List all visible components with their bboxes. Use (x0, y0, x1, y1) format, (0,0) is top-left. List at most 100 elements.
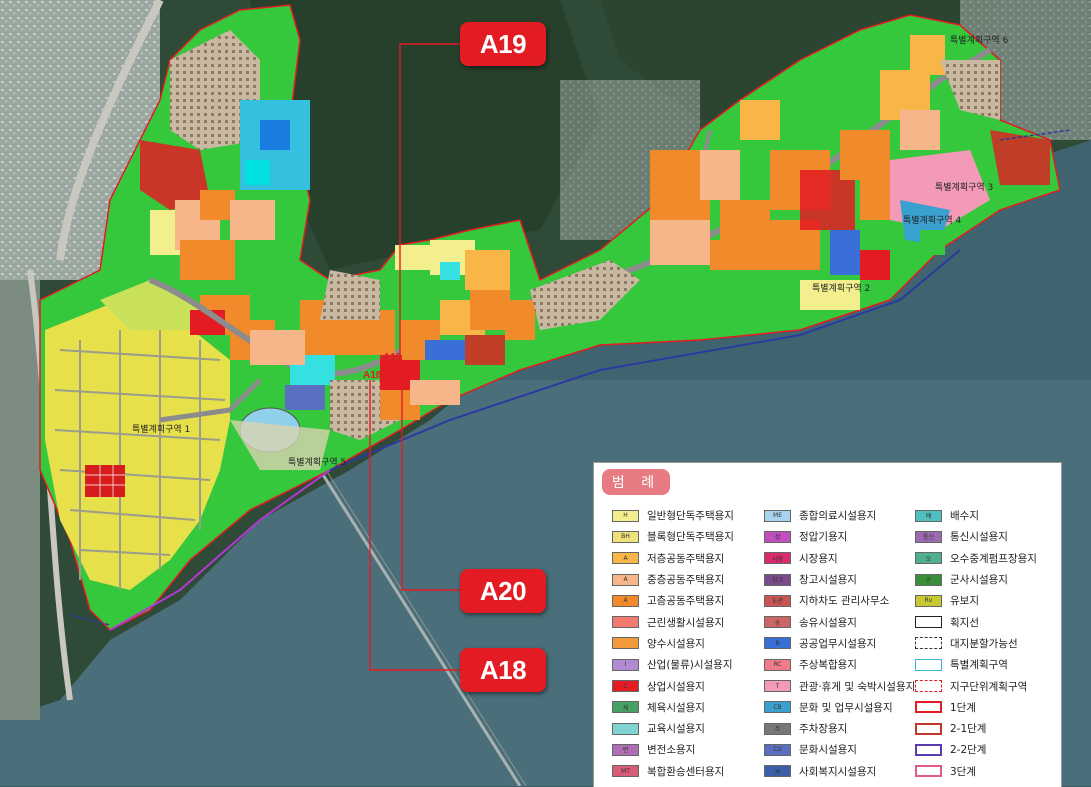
legend-item: 대지분할가능선 (915, 633, 1037, 654)
legend-label: 공공업무시설용지 (799, 637, 877, 650)
legend-swatch: A (612, 552, 639, 565)
legend-label: 체육시설용지 (647, 701, 705, 714)
legend-label: 일반형단독주택용지 (647, 510, 734, 523)
legend-swatch (915, 680, 942, 693)
callout-a18: A18 (460, 648, 546, 692)
legend-swatch (612, 616, 639, 629)
legend-label: 변전소용지 (647, 744, 696, 757)
legend-swatch (915, 616, 942, 629)
legend-item: C 상업시설용지 (612, 675, 734, 696)
legend-label: 1단계 (950, 701, 977, 714)
legend-item: H 일반형단독주택용지 (612, 505, 734, 526)
legend-swatch: 시장 (764, 552, 791, 565)
legend-swatch: A (612, 594, 639, 607)
legend-swatch: CB (764, 701, 791, 714)
legend-item: MT 복합환승센터용지 (612, 761, 734, 782)
legend-item: 배 배수지 (915, 505, 1037, 526)
legend-swatch: H (612, 509, 639, 522)
legend-swatch: RC (764, 658, 791, 671)
legend-label: 관광·휴게 및 숙박시설용지 (799, 680, 916, 693)
legend-swatch: 정 (764, 530, 791, 543)
legend-label: 사회복지시설용지 (799, 765, 877, 778)
legend-label: 고층공동주택용지 (647, 595, 725, 608)
legend-item: 시장 시장용지 (764, 548, 915, 569)
legend-item: 정 정압기용지 (764, 526, 915, 547)
legend-swatch: 배 (915, 509, 942, 522)
zone-label-6: 특별계획구역 6 (950, 36, 1009, 46)
legend-swatch: 체 (612, 701, 639, 714)
legend-column-3: 배 배수지 통신 통신시설용지 오 오수중계펌프장용지 군 군사시설용지 Rv 유보지 획지선 대지분… (915, 505, 1037, 782)
legend-label: 특별계획구역 (950, 659, 1008, 672)
legend-item: I 산업(물류)시설용지 (612, 654, 734, 675)
legend-item: CB 문화 및 업무시설용지 (764, 697, 915, 718)
legend-item: 통신 통신시설용지 (915, 526, 1037, 547)
legend-swatch: ME (764, 509, 791, 522)
legend-column-2: ME 종합의료시설용지 정 정압기용지 시장 시장용지 창고 창고시설용지 도관 지하차도 관리사… (764, 505, 915, 782)
zone-label-2: 특별계획구역 2 (812, 284, 871, 294)
legend-label: 주차장용지 (799, 723, 848, 736)
legend-swatch: 오 (915, 552, 942, 565)
legend-label: 지구단위계획구역 (950, 680, 1028, 693)
legend-label: 대지분할가능선 (950, 637, 1018, 650)
legend-item: BH 블록형단독주택용지 (612, 526, 734, 547)
legend-item: B 공공업무시설용지 (764, 633, 915, 654)
legend-item: 2-1단계 (915, 718, 1037, 739)
legend-swatch (915, 743, 942, 756)
legend-item: 1단계 (915, 697, 1037, 718)
legend-label: 양수시설용지 (647, 637, 705, 650)
legend-swatch (612, 637, 639, 650)
legend-item: A 중층공동주택용지 (612, 569, 734, 590)
legend-label: 중층공동주택용지 (647, 574, 725, 587)
legend-title: 범 례 (602, 469, 670, 495)
legend-label: 시장용지 (799, 552, 838, 565)
map-tag-a20: A20 (392, 370, 411, 381)
legend-label: 군사시설용지 (950, 574, 1008, 587)
legend-item: 지구단위계획구역 (915, 675, 1037, 696)
legend-item: 도관 지하차도 관리사무소 (764, 590, 915, 611)
legend-label: 상업시설용지 (647, 680, 705, 693)
legend-label: 주상복합용지 (799, 659, 857, 672)
legend-item: 복 사회복지시설용지 (764, 761, 915, 782)
zone-label-1: 특별계획구역 1 (132, 425, 191, 435)
legend-swatch: B (764, 637, 791, 650)
legend-swatch: 복 (764, 765, 791, 778)
legend-item: A 고층공동주택용지 (612, 590, 734, 611)
legend-item: CU 문화시설용지 (764, 739, 915, 760)
zone-label-5: 특별계획구역 5 (288, 458, 347, 468)
legend-label: 저층공동주택용지 (647, 552, 725, 565)
legend-label: 지하차도 관리사무소 (799, 595, 890, 608)
legend-swatch (612, 722, 639, 735)
legend-swatch (915, 701, 942, 714)
callout-a20: A20 (460, 569, 546, 613)
legend-item: RC 주상복합용지 (764, 654, 915, 675)
legend-swatch: BH (612, 530, 639, 543)
legend-item: 오 오수중계펌프장용지 (915, 548, 1037, 569)
map-tag-a19: A19 (383, 352, 402, 363)
legend-label: 2-2단계 (950, 744, 987, 757)
legend-label: 3단계 (950, 765, 977, 778)
legend-label: 복합환승센터용지 (647, 765, 725, 778)
legend-label: 교육시설용지 (647, 723, 705, 736)
legend-item: 3단계 (915, 761, 1037, 782)
legend-label: 2-1단계 (950, 723, 987, 736)
legend-item: 양수시설용지 (612, 633, 734, 654)
legend-swatch (915, 658, 942, 671)
legend-swatch: A (612, 573, 639, 586)
legend-label: 유보지 (950, 595, 979, 608)
legend-label: 획지선 (950, 616, 979, 629)
legend-label: 오수중계펌프장용지 (950, 552, 1037, 565)
zone-label-3: 특별계획구역 3 (935, 183, 994, 193)
legend-swatch: 변 (612, 743, 639, 756)
legend-swatch (915, 637, 942, 650)
legend-item: 획지선 (915, 611, 1037, 632)
legend-swatch: Rv (915, 594, 942, 607)
legend-label: 문화시설용지 (799, 744, 857, 757)
legend-label: 창고시설용지 (799, 574, 857, 587)
legend-label: 정압기용지 (799, 531, 848, 544)
legend-item: 체 체육시설용지 (612, 697, 734, 718)
legend-item: 근린생활시설용지 (612, 611, 734, 632)
legend-label: 근린생활시설용지 (647, 616, 725, 629)
legend-item: 2-2단계 (915, 739, 1037, 760)
legend-item: 변 변전소용지 (612, 739, 734, 760)
legend-swatch: 주 (764, 722, 791, 735)
